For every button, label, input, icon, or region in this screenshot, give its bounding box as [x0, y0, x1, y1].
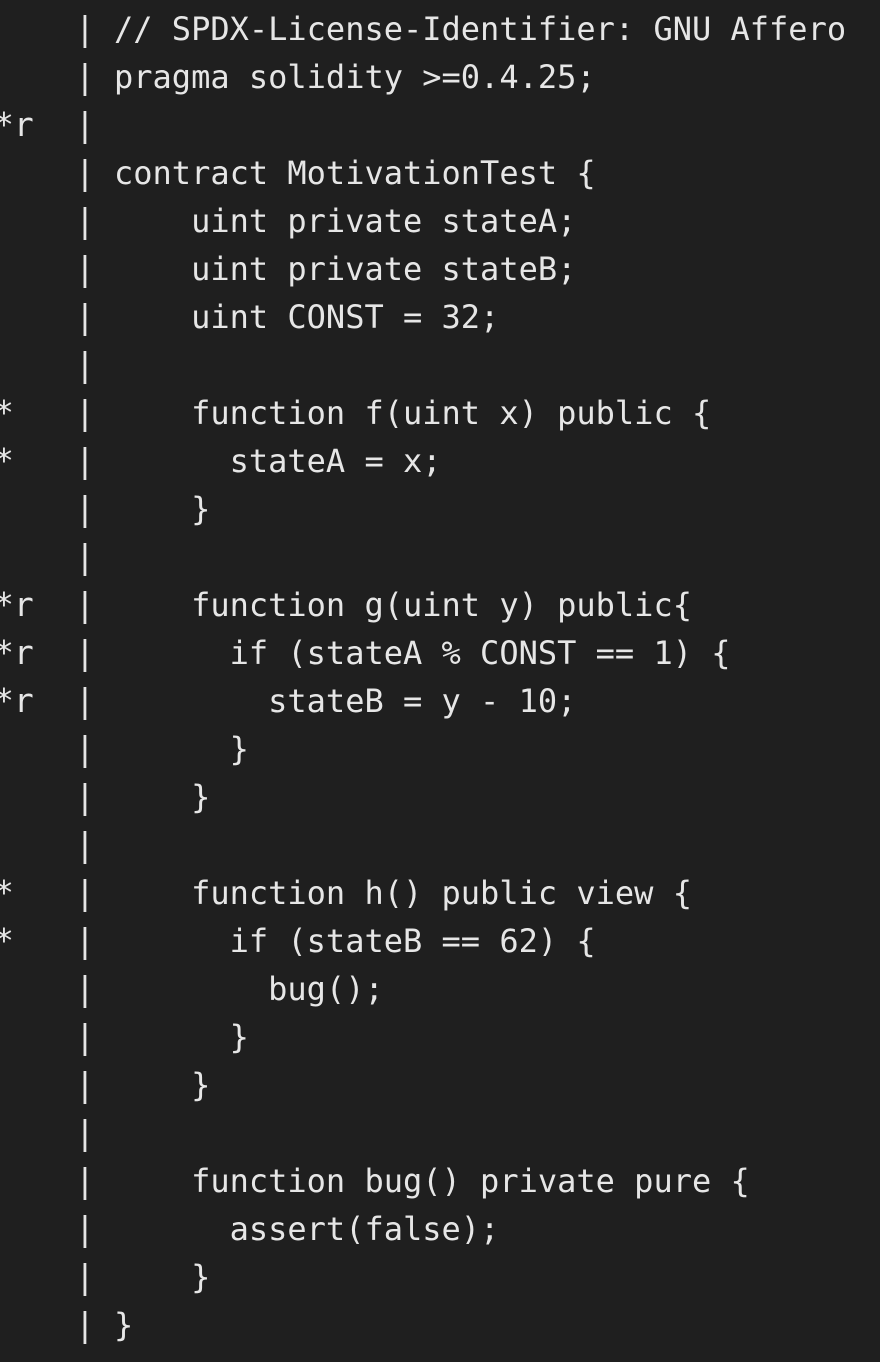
- code-text: }: [114, 1018, 249, 1056]
- gutter-separator: |: [75, 585, 95, 624]
- code-line: * | function h() public view {: [0, 869, 880, 917]
- gutter-separator: |: [75, 921, 95, 960]
- code-line: |: [0, 341, 880, 389]
- coverage-marker: *: [0, 869, 14, 917]
- code-line: *r |: [0, 101, 880, 149]
- gutter-separator: |: [75, 249, 95, 288]
- gutter-separator: |: [75, 345, 95, 384]
- gutter-separator: |: [75, 537, 95, 576]
- gutter-separator: |: [75, 777, 95, 816]
- code-line: | pragma solidity >=0.4.25;: [0, 53, 880, 101]
- code-listing: | // SPDX-License-Identifier: GNU Affero…: [0, 0, 880, 1362]
- code-line: * | function f(uint x) public {: [0, 389, 880, 437]
- code-line: | }: [0, 485, 880, 533]
- code-line: | }: [0, 1301, 880, 1349]
- coverage-marker: *: [0, 389, 14, 437]
- coverage-marker: *: [0, 437, 14, 485]
- code-line: | }: [0, 1013, 880, 1061]
- gutter-separator: |: [75, 1065, 95, 1104]
- gutter-separator: |: [75, 393, 95, 432]
- gutter-separator: |: [75, 441, 95, 480]
- gutter-separator: |: [75, 489, 95, 528]
- gutter-separator: |: [75, 201, 95, 240]
- code-line: *r | if (stateA % CONST == 1) {: [0, 629, 880, 677]
- code-text: }: [114, 778, 211, 816]
- coverage-marker: *r: [0, 585, 34, 624]
- code-text: stateA = x;: [114, 442, 442, 480]
- gutter-separator: |: [75, 153, 95, 192]
- gutter-separator: |: [75, 969, 95, 1008]
- code-line: | uint private stateA;: [0, 197, 880, 245]
- code-text: assert(false);: [114, 1210, 500, 1248]
- gutter-separator: |: [75, 1209, 95, 1248]
- coverage-marker: *r: [0, 633, 34, 672]
- code-text: }: [114, 1258, 211, 1296]
- coverage-marker: *r: [0, 681, 34, 720]
- code-line: | bug();: [0, 965, 880, 1013]
- code-line: *r | function g(uint y) public{: [0, 581, 880, 629]
- gutter-separator: |: [75, 873, 95, 912]
- gutter-separator: |: [75, 1257, 95, 1296]
- code-text: }: [114, 1066, 211, 1104]
- gutter-separator: |: [75, 297, 95, 336]
- code-line: | uint CONST = 32;: [0, 293, 880, 341]
- code-line: * | if (stateB == 62) {: [0, 917, 880, 965]
- code-line: |: [0, 1109, 880, 1157]
- code-text: }: [114, 730, 249, 768]
- code-line: | contract MotivationTest {: [0, 149, 880, 197]
- gutter-separator: |: [75, 57, 95, 96]
- gutter-separator: |: [75, 729, 95, 768]
- code-text: function h() public view {: [114, 874, 692, 912]
- gutter-separator: |: [75, 9, 95, 48]
- code-line: | }: [0, 1061, 880, 1109]
- code-line: | function bug() private pure {: [0, 1157, 880, 1205]
- code-text: uint CONST = 32;: [114, 298, 500, 336]
- code-line: |: [0, 533, 880, 581]
- code-line: | // SPDX-License-Identifier: GNU Affero: [0, 5, 880, 53]
- gutter-separator: |: [75, 1017, 95, 1056]
- code-line: | }: [0, 773, 880, 821]
- code-line: | uint private stateB;: [0, 245, 880, 293]
- gutter-separator: |: [75, 681, 95, 720]
- code-line: | }: [0, 1253, 880, 1301]
- code-text: // SPDX-License-Identifier: GNU Affero: [114, 10, 847, 48]
- code-line: |: [0, 821, 880, 869]
- code-text: uint private stateA;: [114, 202, 577, 240]
- gutter-separator: |: [75, 633, 95, 672]
- gutter-separator: |: [75, 1113, 95, 1152]
- code-text: stateB = y - 10;: [114, 682, 577, 720]
- coverage-marker: *r: [0, 105, 34, 144]
- gutter-separator: |: [75, 825, 95, 864]
- code-text: }: [114, 1306, 134, 1344]
- code-text: function g(uint y) public{: [114, 586, 692, 624]
- code-line: | }: [0, 725, 880, 773]
- code-text: pragma solidity >=0.4.25;: [114, 58, 596, 96]
- gutter-separator: |: [75, 1305, 95, 1344]
- gutter-separator: |: [75, 105, 95, 144]
- code-line: | assert(false);: [0, 1205, 880, 1253]
- code-text: function bug() private pure {: [114, 1162, 750, 1200]
- code-text: bug();: [114, 970, 384, 1008]
- gutter-separator: |: [75, 1161, 95, 1200]
- code-text: function f(uint x) public {: [114, 394, 712, 432]
- code-text: }: [114, 490, 211, 528]
- code-line: *r | stateB = y - 10;: [0, 677, 880, 725]
- code-text: if (stateB == 62) {: [114, 922, 596, 960]
- code-text: uint private stateB;: [114, 250, 577, 288]
- code-text: if (stateA % CONST == 1) {: [114, 634, 731, 672]
- coverage-marker: *: [0, 917, 14, 965]
- code-text: contract MotivationTest {: [114, 154, 596, 192]
- code-line: * | stateA = x;: [0, 437, 880, 485]
